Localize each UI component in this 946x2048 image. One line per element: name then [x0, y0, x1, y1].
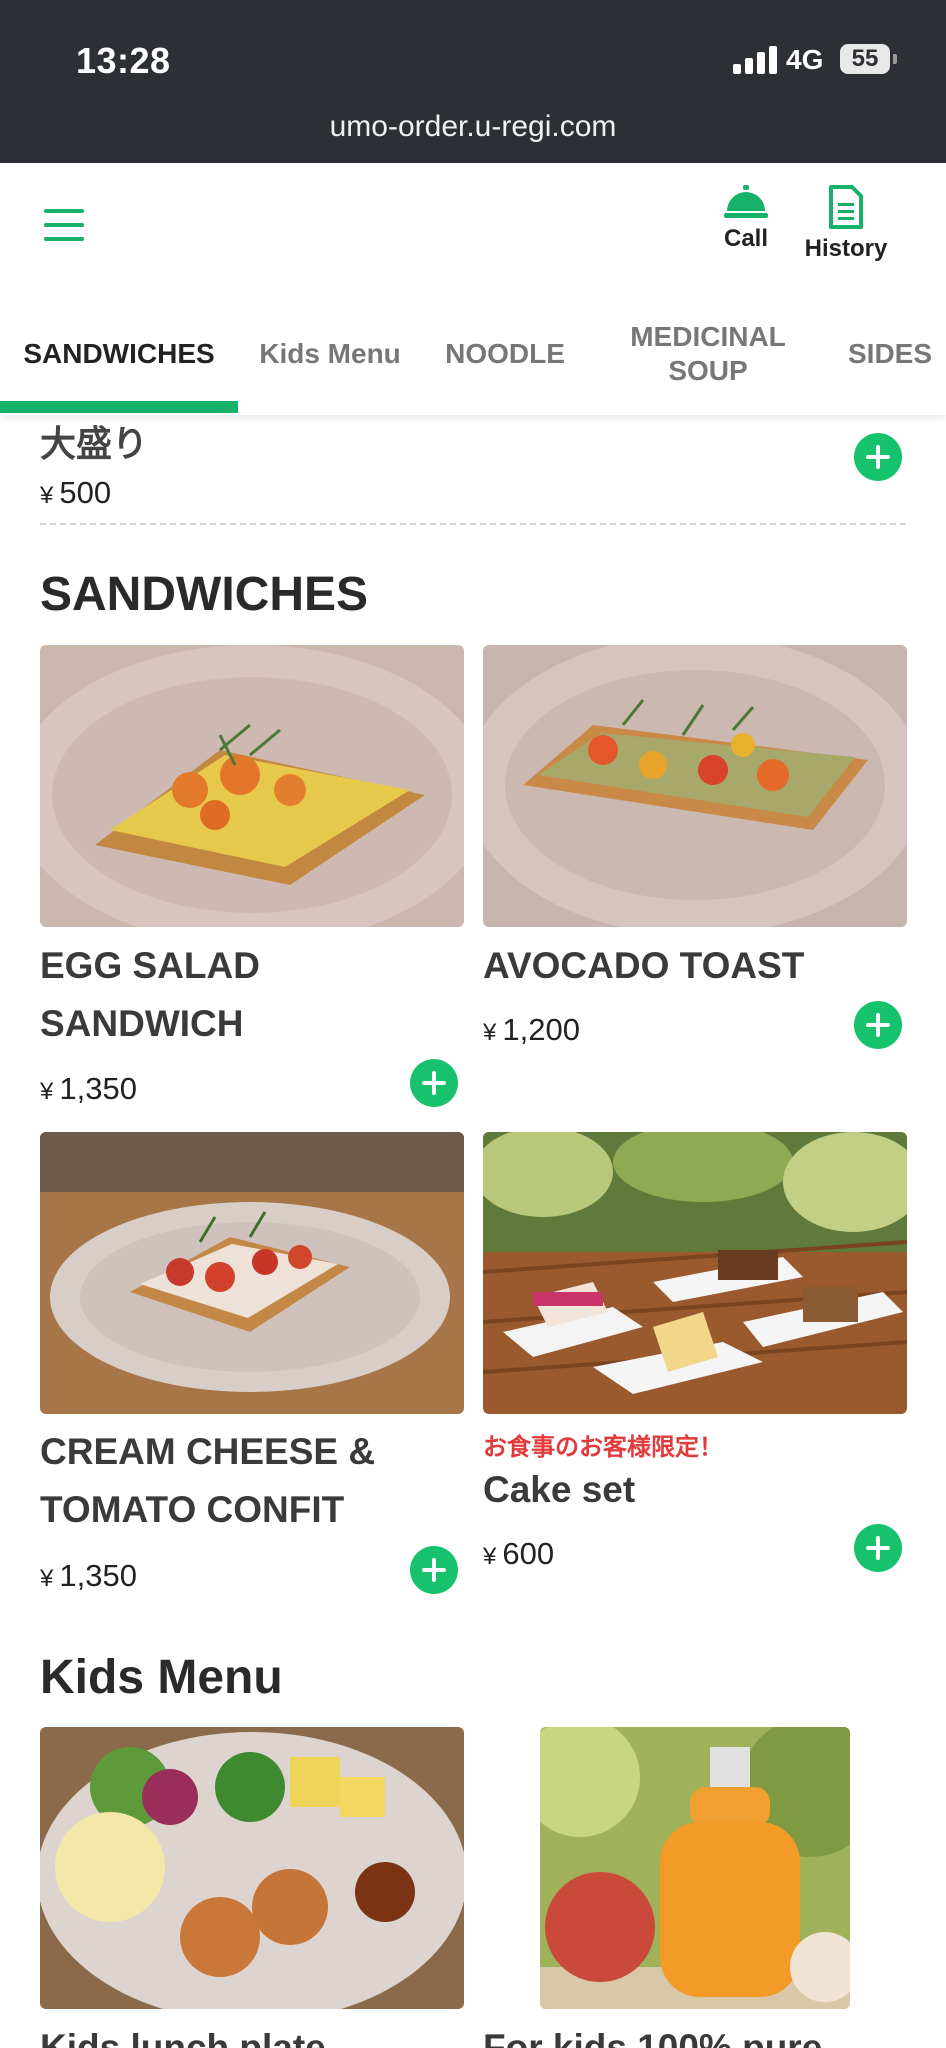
call-label: Call: [723, 225, 768, 252]
app-header: Call History: [0, 163, 946, 293]
item-title: Cake set: [483, 1469, 636, 1510]
divider: [40, 523, 906, 525]
item-price: ¥1,200: [483, 1012, 580, 1047]
add-item-button[interactable]: [854, 1001, 902, 1049]
active-tab-indicator: [0, 401, 238, 413]
history-button[interactable]: History: [798, 185, 894, 263]
cream-cheese-tomato-image[interactable]: [40, 1132, 464, 1414]
item-title: 大盛り: [40, 423, 149, 464]
tab-sides[interactable]: SIDES: [836, 293, 946, 415]
item-title: EGG SALAD SANDWICH: [40, 945, 260, 1044]
category-tabs: SANDWICHES Kids Menu NOODLE MEDICINAL SO…: [0, 293, 946, 415]
egg-salad-image[interactable]: [40, 645, 464, 927]
tab-sandwiches[interactable]: SANDWICHES: [10, 293, 228, 415]
battery-icon: 55: [840, 44, 897, 74]
bell-icon: [724, 185, 768, 218]
url-bar[interactable]: umo-order.u-regi.com: [0, 110, 946, 144]
cake-set-image[interactable]: [483, 1132, 907, 1414]
kids-juice-image[interactable]: [540, 1727, 850, 2009]
section-title-kids-menu: Kids Menu: [40, 1651, 283, 1704]
call-button[interactable]: Call: [716, 185, 776, 253]
kids-lunch-plate-image[interactable]: [40, 1727, 464, 2009]
signal-icon: [733, 44, 777, 74]
item-price: ¥1,350: [40, 1071, 137, 1106]
tab-medicinal-soup[interactable]: MEDICINAL SOUP: [608, 293, 808, 415]
item-title: Kids lunch plate: [40, 2027, 326, 2048]
item-title: CREAM CHEESE & TOMATO CONFIT: [40, 1431, 376, 1530]
add-item-button[interactable]: [410, 1059, 458, 1107]
status-time: 13:28: [76, 40, 171, 81]
document-icon: [829, 185, 863, 229]
item-title: AVOCADO TOAST: [483, 945, 805, 986]
history-label: History: [804, 235, 888, 262]
network-type: 4G: [786, 44, 824, 75]
section-title-sandwiches: SANDWICHES: [40, 568, 369, 621]
item-price: ¥500: [40, 475, 112, 510]
add-item-button[interactable]: [410, 1546, 458, 1594]
browser-status-bar: 13:28 4G 55 umo-order.u-regi.com: [0, 0, 946, 163]
add-item-button[interactable]: [854, 433, 902, 481]
add-item-button[interactable]: [854, 1524, 902, 1572]
menu-icon[interactable]: [44, 209, 84, 241]
item-note: お食事のお客様限定！: [483, 1434, 723, 1461]
tab-kids-menu[interactable]: Kids Menu: [248, 293, 412, 415]
item-price: ¥1,350: [40, 1558, 137, 1593]
item-price: ¥600: [483, 1536, 555, 1571]
tab-noodle[interactable]: NOODLE: [432, 293, 578, 415]
avocado-toast-image[interactable]: [483, 645, 907, 927]
item-title: For kids 100% pure: [483, 2027, 823, 2048]
